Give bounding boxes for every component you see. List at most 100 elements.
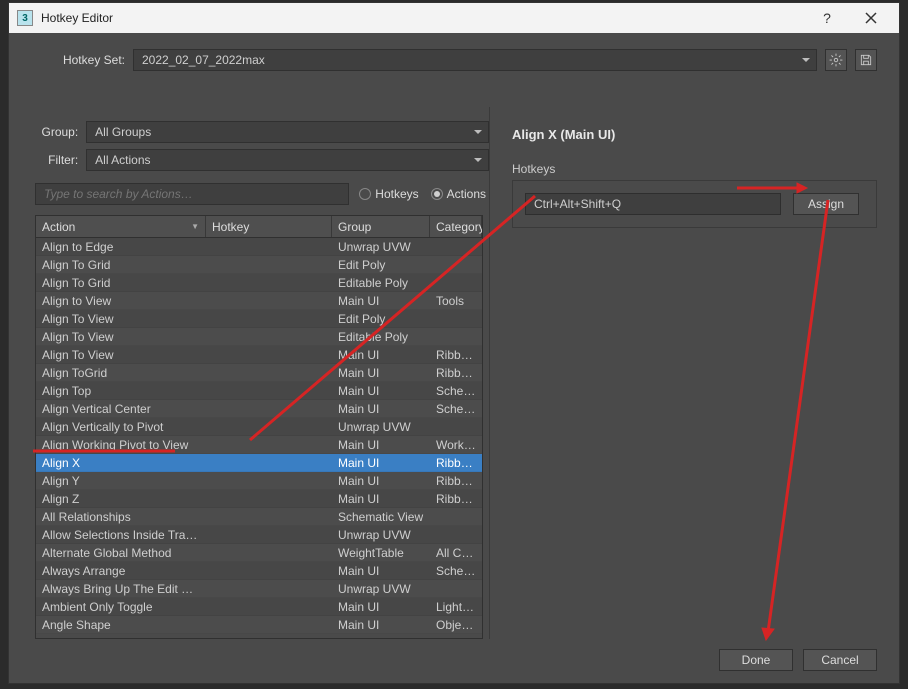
- filter-label: Filter:: [35, 153, 78, 167]
- cell-action: Align To View: [36, 330, 206, 344]
- table-row[interactable]: Alternate Global MethodWeightTableAll Co…: [36, 544, 482, 562]
- table-row[interactable]: Angle ShapeMain UIObjects Sh: [36, 616, 482, 634]
- th-action-label: Action: [42, 220, 75, 234]
- cell-action: Align To Grid: [36, 276, 206, 290]
- cell-category: Tools: [430, 294, 482, 308]
- cell-category: Schematic: [430, 402, 482, 416]
- cell-action: Align Working Pivot to View: [36, 438, 206, 452]
- table-row[interactable]: Align ZMain UIRibbon - M: [36, 490, 482, 508]
- radio-actions[interactable]: [431, 188, 443, 200]
- cell-group: Edit Poly: [332, 312, 430, 326]
- cancel-button-label: Cancel: [821, 653, 858, 667]
- help-button[interactable]: ?: [807, 10, 847, 26]
- cell-category: All Comma: [430, 546, 482, 560]
- left-pane: Group: All Groups Filter: All Actions H: [9, 107, 489, 639]
- cell-group: Unwrap UVW: [332, 582, 430, 596]
- table-row[interactable]: Allow Selections Inside Tranform …Unwrap…: [36, 526, 482, 544]
- table-row[interactable]: Always ArrangeMain UISchematic: [36, 562, 482, 580]
- titlebar: 3 Hotkey Editor ?: [9, 3, 899, 33]
- right-pane: Align X (Main UI) Hotkeys Assign: [489, 107, 899, 639]
- cell-group: Schematic View: [332, 510, 430, 524]
- assign-button[interactable]: Assign: [793, 193, 859, 215]
- save-icon: [859, 53, 873, 67]
- group-value: All Groups: [95, 125, 151, 139]
- gear-icon: [829, 53, 843, 67]
- table-row[interactable]: Ambient Only ToggleMain UILights and: [36, 598, 482, 616]
- cell-group: Unwrap UVW: [332, 420, 430, 434]
- table-row[interactable]: Align Vertical CenterMain UISchematic: [36, 400, 482, 418]
- hotkeys-row: Assign: [525, 193, 864, 215]
- th-group[interactable]: Group: [332, 216, 430, 237]
- cell-group: Main UI: [332, 564, 430, 578]
- table-row[interactable]: Align ToGridMain UIRibbon - M: [36, 364, 482, 382]
- cell-action: Allow Selections Inside Tranform …: [36, 528, 206, 542]
- hotkeyset-label: Hotkey Set:: [47, 53, 125, 67]
- table-header: Action ▼ Hotkey Group Category: [36, 216, 482, 238]
- cancel-button[interactable]: Cancel: [803, 649, 877, 671]
- hotkeyset-value: 2022_02_07_2022max: [142, 53, 265, 67]
- group-dropdown[interactable]: All Groups: [86, 121, 489, 143]
- cell-category: Ribbon - M: [430, 456, 482, 470]
- cell-group: Main UI: [332, 294, 430, 308]
- save-button[interactable]: [855, 49, 877, 71]
- table-row[interactable]: Align YMain UIRibbon - M: [36, 472, 482, 490]
- table-row[interactable]: Always Bring Up The Edit WindowUnwrap UV…: [36, 580, 482, 598]
- cell-group: Editable Poly: [332, 330, 430, 344]
- table-row[interactable]: Align Vertically to Pivot Unwrap UVW: [36, 418, 482, 436]
- th-hotkey[interactable]: Hotkey: [206, 216, 332, 237]
- search-input[interactable]: [35, 183, 349, 205]
- cell-action: All Relationships: [36, 510, 206, 524]
- app-icon: 3: [17, 10, 33, 26]
- cell-category: Objects Sh: [430, 618, 482, 632]
- help-icon: ?: [823, 10, 831, 26]
- hotkeyset-row: Hotkey Set: 2022_02_07_2022max: [9, 33, 899, 79]
- table-row[interactable]: Align To ViewEdit Poly: [36, 310, 482, 328]
- th-action[interactable]: Action ▼: [36, 216, 206, 237]
- radio-hotkeys-label: Hotkeys: [375, 187, 418, 201]
- cell-action: Align ToGrid: [36, 366, 206, 380]
- settings-button[interactable]: [825, 49, 847, 71]
- cell-category: Lights and: [430, 600, 482, 614]
- cell-group: Main UI: [332, 456, 430, 470]
- done-button-label: Done: [742, 653, 771, 667]
- table-row[interactable]: Align Working Pivot to ViewMain UIWorkin…: [36, 436, 482, 454]
- table-row[interactable]: Align XMain UIRibbon - M: [36, 454, 482, 472]
- footer: Done Cancel: [709, 649, 877, 671]
- cell-group: Main UI: [332, 348, 430, 362]
- th-category[interactable]: Category: [430, 216, 482, 237]
- actions-table: Action ▼ Hotkey Group Category A: [35, 215, 483, 639]
- cell-action: Alternate Global Method: [36, 546, 206, 560]
- close-button[interactable]: [851, 10, 891, 26]
- table-row[interactable]: Align To Grid Edit Poly: [36, 256, 482, 274]
- cell-group: Edit Poly: [332, 258, 430, 272]
- table-row[interactable]: Align To GridEditable Poly: [36, 274, 482, 292]
- th-hotkey-label: Hotkey: [212, 220, 249, 234]
- cell-category: Ribbon - M: [430, 474, 482, 488]
- done-button[interactable]: Done: [719, 649, 793, 671]
- filter-value: All Actions: [95, 153, 150, 167]
- table-row[interactable]: Align TopMain UISchematic: [36, 382, 482, 400]
- view-radio-group: Hotkeys Actions: [359, 187, 498, 201]
- cell-group: Main UI: [332, 492, 430, 506]
- cell-action: Align To Grid: [36, 258, 206, 272]
- cell-category: Schematic: [430, 564, 482, 578]
- filter-dropdown[interactable]: All Actions: [86, 149, 489, 171]
- table-row[interactable]: Align to EdgeUnwrap UVW: [36, 238, 482, 256]
- table-row[interactable]: Align To ViewMain UIRibbon - M: [36, 346, 482, 364]
- cell-group: Main UI: [332, 366, 430, 380]
- cell-action: Align Vertically to Pivot: [36, 420, 206, 434]
- hotkeyset-dropdown[interactable]: 2022_02_07_2022max: [133, 49, 817, 71]
- hotkey-editor-window: 3 Hotkey Editor ? Hotkey Set: 2022_02_07…: [8, 2, 900, 684]
- radio-hotkeys[interactable]: [359, 188, 371, 200]
- table-row[interactable]: All Relationships Schematic View: [36, 508, 482, 526]
- window-title: Hotkey Editor: [41, 11, 803, 25]
- table-row[interactable]: Align to ViewMain UITools: [36, 292, 482, 310]
- table-row[interactable]: Align To View Editable Poly: [36, 328, 482, 346]
- cell-action: Align Vertical Center: [36, 402, 206, 416]
- assign-button-label: Assign: [808, 197, 844, 211]
- hotkeys-section-label: Hotkeys: [512, 162, 877, 176]
- body: Hotkey Set: 2022_02_07_2022max Group: Al…: [9, 33, 899, 683]
- cell-action: Align to Edge: [36, 240, 206, 254]
- cell-category: Working P: [430, 438, 482, 452]
- hotkey-input[interactable]: [525, 193, 781, 215]
